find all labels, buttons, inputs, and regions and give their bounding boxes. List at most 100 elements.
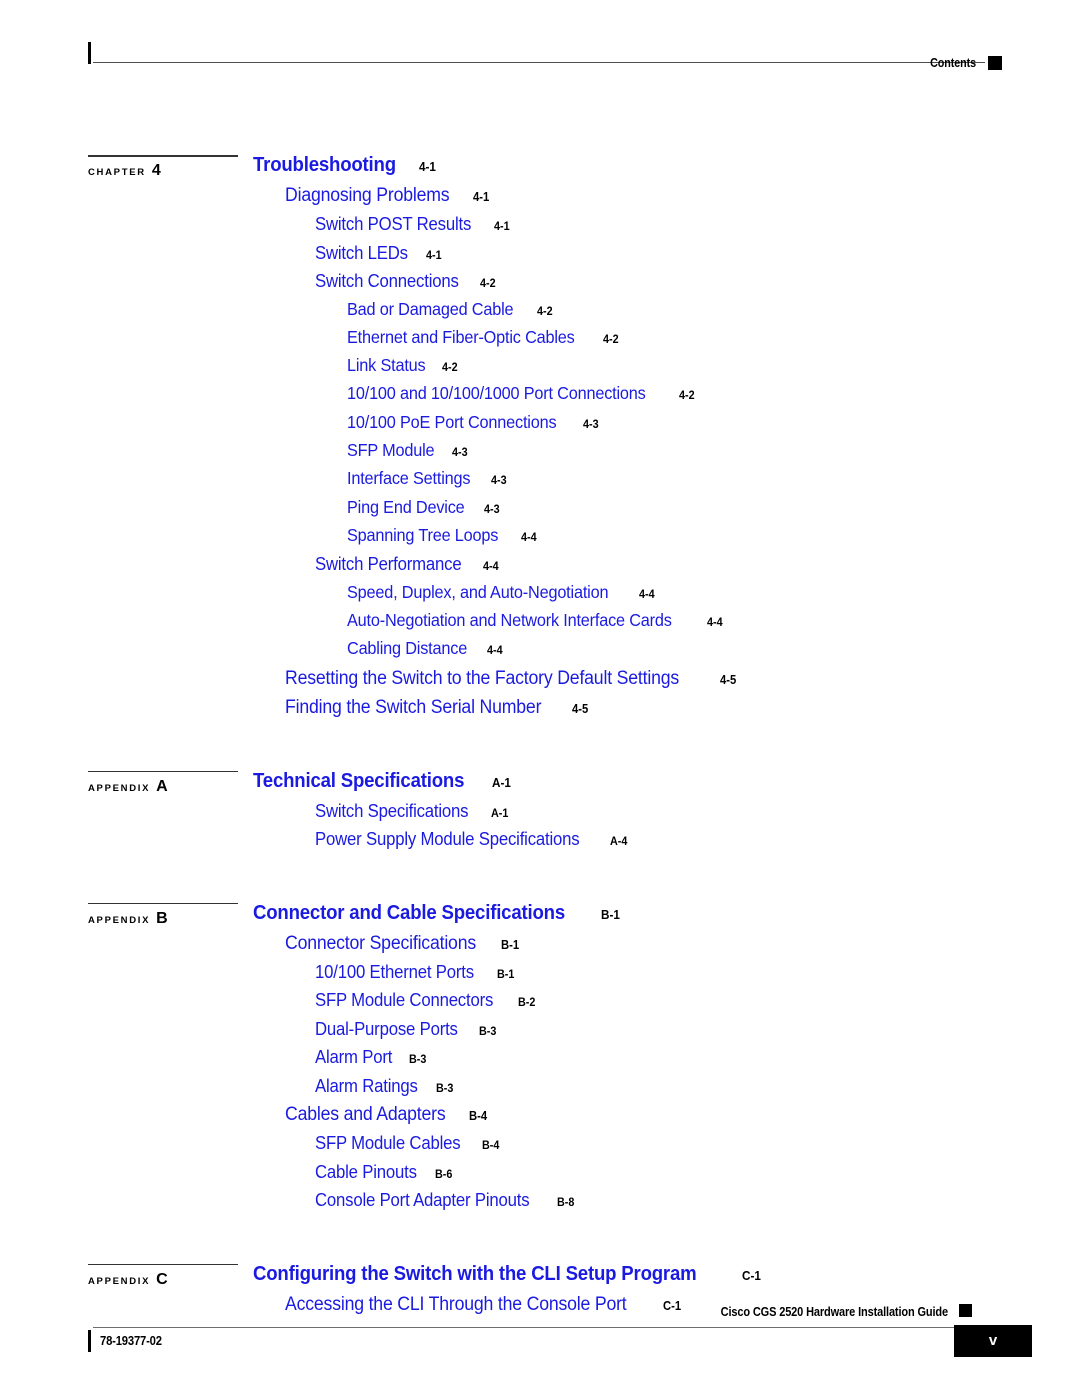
toc-entry-page: 4-1 <box>472 190 490 204</box>
marker-rule <box>88 1263 238 1266</box>
toc-entry-title[interactable]: Troubleshooting <box>253 155 396 175</box>
toc-entry[interactable]: Auto-Negotiation and Network Interface C… <box>347 611 725 630</box>
toc-entry[interactable]: Connector Specifications B-1 <box>285 934 522 953</box>
toc-entry-page: B-1 <box>600 906 620 922</box>
toc-entry-title[interactable]: SFP Module <box>347 441 435 460</box>
toc-entry-page: A-1 <box>492 774 511 790</box>
toc-entry-title[interactable]: Speed, Duplex, and Auto-Negotiation <box>347 583 609 602</box>
toc-entry-title[interactable]: Switch Specifications <box>315 802 469 820</box>
toc-entry[interactable]: Finding the Switch Serial Number 4-5 <box>285 698 590 717</box>
toc-entry[interactable]: Resetting the Switch to the Factory Defa… <box>285 669 738 688</box>
toc-entry[interactable]: SFP Module 4-3 <box>347 441 469 460</box>
toc-entry-title[interactable]: Link Status <box>347 357 426 375</box>
toc-entry[interactable]: Ethernet and Fiber-Optic Cables 4-2 <box>347 328 620 347</box>
toc-entry-page: 4-4 <box>487 643 503 658</box>
toc-entry[interactable]: Alarm Port B-3 <box>315 1048 428 1067</box>
toc-entry-title[interactable]: Ping End Device <box>347 498 465 517</box>
toc-entry[interactable]: Power Supply Module Specifications A-4 <box>315 830 630 849</box>
toc-entry[interactable]: 10/100 and 10/100/1000 Port Connections 4… <box>347 385 696 403</box>
toc-entry-page: A-1 <box>490 805 509 820</box>
marker-text: APPENDIX A <box>88 778 168 796</box>
toc-entry[interactable]: 10/100 Ethernet Ports B-1 <box>315 963 516 982</box>
toc-entry-title[interactable]: Cable Pinouts <box>315 1163 417 1181</box>
toc-entry-title[interactable]: Power Supply Module Specifications <box>315 830 580 848</box>
toc-entry-title[interactable]: Bad or Damaged Cable <box>347 300 514 319</box>
toc-entry[interactable]: Switch LEDs 4-1 <box>315 244 443 263</box>
toc-entry[interactable]: SFP Module Cables B-4 <box>315 1134 502 1153</box>
toc-entry-title[interactable]: Switch Connections <box>315 272 459 290</box>
toc-entry-title[interactable]: Connector and Cable Specifications <box>253 903 565 923</box>
toc-entry-title[interactable]: Resetting the Switch to the Factory Defa… <box>285 669 679 688</box>
toc-entry[interactable]: Configuring the Switch with the CLI Setu… <box>253 1264 763 1284</box>
toc-entry[interactable]: Alarm Ratings B-3 <box>315 1077 456 1096</box>
toc-entry[interactable]: Connector and Cable Specifications B-1 <box>253 903 621 923</box>
marker-rule <box>88 902 238 905</box>
toc-entry[interactable]: Spanning Tree Loops 4-4 <box>347 526 538 545</box>
toc-entry-title[interactable]: Cabling Distance <box>347 640 467 658</box>
page-footer: Cisco CGS 2520 Hardware Installation Gui… <box>88 1300 1038 1370</box>
toc-entry[interactable]: Bad or Damaged Cable 4-2 <box>347 300 554 319</box>
toc-entry-title[interactable]: Switch Performance <box>315 555 462 573</box>
toc-entry[interactable]: Console Port Adapter Pinouts B-8 <box>315 1191 576 1210</box>
toc-entry[interactable]: Troubleshooting 4-1 <box>253 155 437 175</box>
toc-group: APPENDIX A Technical Specifications A-1 Swit… <box>0 770 1000 859</box>
toc-entry[interactable]: 10/100 PoE Port Connections 4-3 <box>347 413 601 432</box>
toc-entry-title[interactable]: Console Port Adapter Pinouts <box>315 1191 530 1209</box>
toc-entry-title[interactable]: Switch POST Results <box>315 215 471 233</box>
header-tick-mark <box>88 42 91 64</box>
toc-entry-title[interactable]: Cables and Adapters <box>285 1105 446 1124</box>
marker-rule <box>88 770 238 773</box>
toc-group: APPENDIX B Connector and Cable Specificati… <box>0 902 1000 1220</box>
toc-entry-title[interactable]: Connector Specifications <box>285 934 476 953</box>
toc-entry-title[interactable]: Auto-Negotiation and Network Interface C… <box>347 611 672 630</box>
toc-entry-title[interactable]: SFP Module Connectors <box>315 991 493 1009</box>
toc-entry-page: 4-1 <box>425 247 442 262</box>
toc-entry[interactable]: SFP Module Connectors B-2 <box>315 991 537 1010</box>
toc-entry[interactable]: Switch POST Results 4-1 <box>315 215 511 234</box>
toc-entry[interactable]: Technical Specifications A-1 <box>253 771 513 791</box>
toc-entry-page: 4-4 <box>483 559 500 574</box>
toc-entry[interactable]: Ping End Device 4-3 <box>347 498 502 517</box>
toc-entry-title[interactable]: Technical Specifications <box>253 771 464 791</box>
toc-entry-title[interactable]: Interface Settings <box>347 470 470 488</box>
toc-entry-title[interactable]: Alarm Port <box>315 1048 392 1066</box>
toc-entry[interactable]: Switch Connections 4-2 <box>315 272 498 291</box>
toc-entry[interactable]: Switch Specifications A-1 <box>315 802 510 821</box>
toc-entry-title[interactable]: 10/100 and 10/100/1000 Port Connections <box>347 385 646 403</box>
header-title: Contents <box>930 56 976 70</box>
toc-page: Contents CHAPTER 4 Troubleshooting 4-1 Diagn… <box>0 0 1080 1397</box>
toc-entry-title[interactable]: Finding the Switch Serial Number <box>285 698 541 717</box>
toc-entry-title[interactable]: SFP Module Cables <box>315 1134 461 1152</box>
toc-entry-title[interactable]: 10/100 PoE Port Connections <box>347 413 557 432</box>
toc-entry-page: 4-3 <box>451 445 468 459</box>
toc-entry-page: B-1 <box>496 966 515 981</box>
toc-entry-title[interactable]: Dual-Purpose Ports <box>315 1020 458 1038</box>
toc-entry-title[interactable]: Spanning Tree Loops <box>347 526 498 545</box>
toc-entry[interactable]: Diagnosing Problems 4-1 <box>285 186 491 205</box>
toc-entry-title[interactable]: Alarm Ratings <box>315 1077 418 1095</box>
toc-entry[interactable]: Cabling Distance 4-4 <box>347 640 504 658</box>
black-square-marker-icon <box>988 56 1002 70</box>
black-square-marker-icon <box>959 1304 972 1317</box>
toc-entry[interactable]: Link Status 4-2 <box>347 357 460 375</box>
toc-entry-title[interactable]: 10/100 Ethernet Ports <box>315 963 474 981</box>
toc-entry-page: B-3 <box>479 1023 497 1038</box>
marker-number: A <box>156 777 168 795</box>
toc-entry-page: C-1 <box>741 1267 761 1283</box>
toc-entry[interactable]: Switch Performance 4-4 <box>315 555 501 574</box>
marker-text: CHAPTER 4 <box>88 162 161 180</box>
toc-entry[interactable]: Interface Settings 4-3 <box>347 470 508 488</box>
toc-entry-title[interactable]: Ethernet and Fiber-Optic Cables <box>347 328 575 347</box>
marker-word: APPENDIX <box>88 914 151 926</box>
toc-group: CHAPTER 4 Troubleshooting 4-1 Diagnosing Pro… <box>0 155 1000 727</box>
toc-entry-title[interactable]: Configuring the Switch with the CLI Setu… <box>253 1264 697 1284</box>
toc-entry-page: B-8 <box>556 1195 574 1210</box>
toc-entry-page: 4-1 <box>493 219 510 233</box>
toc-entry[interactable]: Cables and Adapters B-4 <box>285 1105 489 1124</box>
toc-entry-page: 4-5 <box>571 701 588 716</box>
toc-entry-title[interactable]: Switch LEDs <box>315 244 408 262</box>
toc-entry-title[interactable]: Diagnosing Problems <box>285 186 450 205</box>
toc-entry[interactable]: Dual-Purpose Ports B-3 <box>315 1020 499 1039</box>
toc-entry[interactable]: Speed, Duplex, and Auto-Negotiation 4-4 <box>347 583 656 602</box>
toc-entry[interactable]: Cable Pinouts B-6 <box>315 1163 455 1182</box>
